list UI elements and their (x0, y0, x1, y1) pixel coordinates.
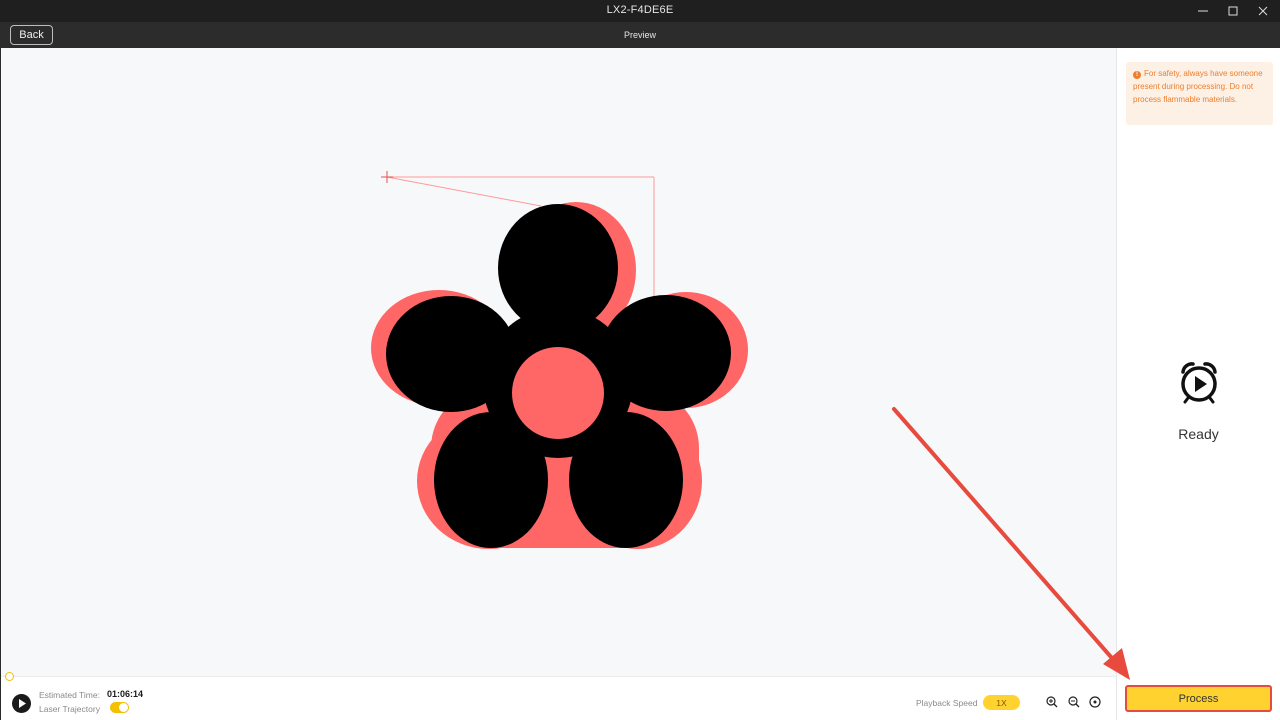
status-text: Ready (1178, 426, 1219, 442)
estimated-time-label: Estimated Time: (39, 690, 100, 700)
window-titlebar: LX2-F4DE6E (0, 0, 1280, 22)
laser-trajectory-toggle[interactable] (110, 702, 129, 713)
play-icon (18, 699, 26, 708)
close-icon[interactable] (1248, 0, 1278, 22)
page-title: Preview (623, 30, 656, 40)
alarm-clock-play-icon (1181, 362, 1217, 404)
preview-canvas[interactable] (1, 48, 1116, 676)
safety-warning: ! For safety, always have someone present… (1126, 62, 1273, 125)
window-title: LX2-F4DE6E (606, 4, 674, 16)
warning-icon: ! (1133, 71, 1141, 79)
flower-design (371, 171, 748, 549)
process-button[interactable]: Process (1125, 685, 1272, 712)
playback-speed-label: Playback Speed (916, 698, 978, 708)
laser-trajectory-label: Laser Trajectory (39, 704, 100, 714)
fit-view-icon[interactable] (1088, 695, 1102, 709)
flower-center (512, 347, 604, 439)
right-panel: ! For safety, always have someone present… (1116, 48, 1280, 720)
maximize-icon[interactable] (1218, 0, 1248, 22)
zoom-in-icon[interactable] (1045, 695, 1059, 709)
play-button[interactable] (12, 694, 31, 713)
zoom-out-icon[interactable] (1067, 695, 1081, 709)
estimated-time-value: 01:06:14 (107, 689, 144, 699)
playback-bar: Estimated Time: 01:06:14 Laser Trajector… (1, 672, 1116, 720)
preview-header: Back Preview (0, 22, 1280, 48)
playback-speed-select[interactable]: 1X (983, 695, 1020, 710)
minimize-icon[interactable] (1188, 0, 1218, 22)
progress-handle[interactable] (5, 672, 14, 681)
safety-warning-text: For safety, always have someone present … (1133, 69, 1263, 104)
origin-marker (381, 171, 393, 183)
